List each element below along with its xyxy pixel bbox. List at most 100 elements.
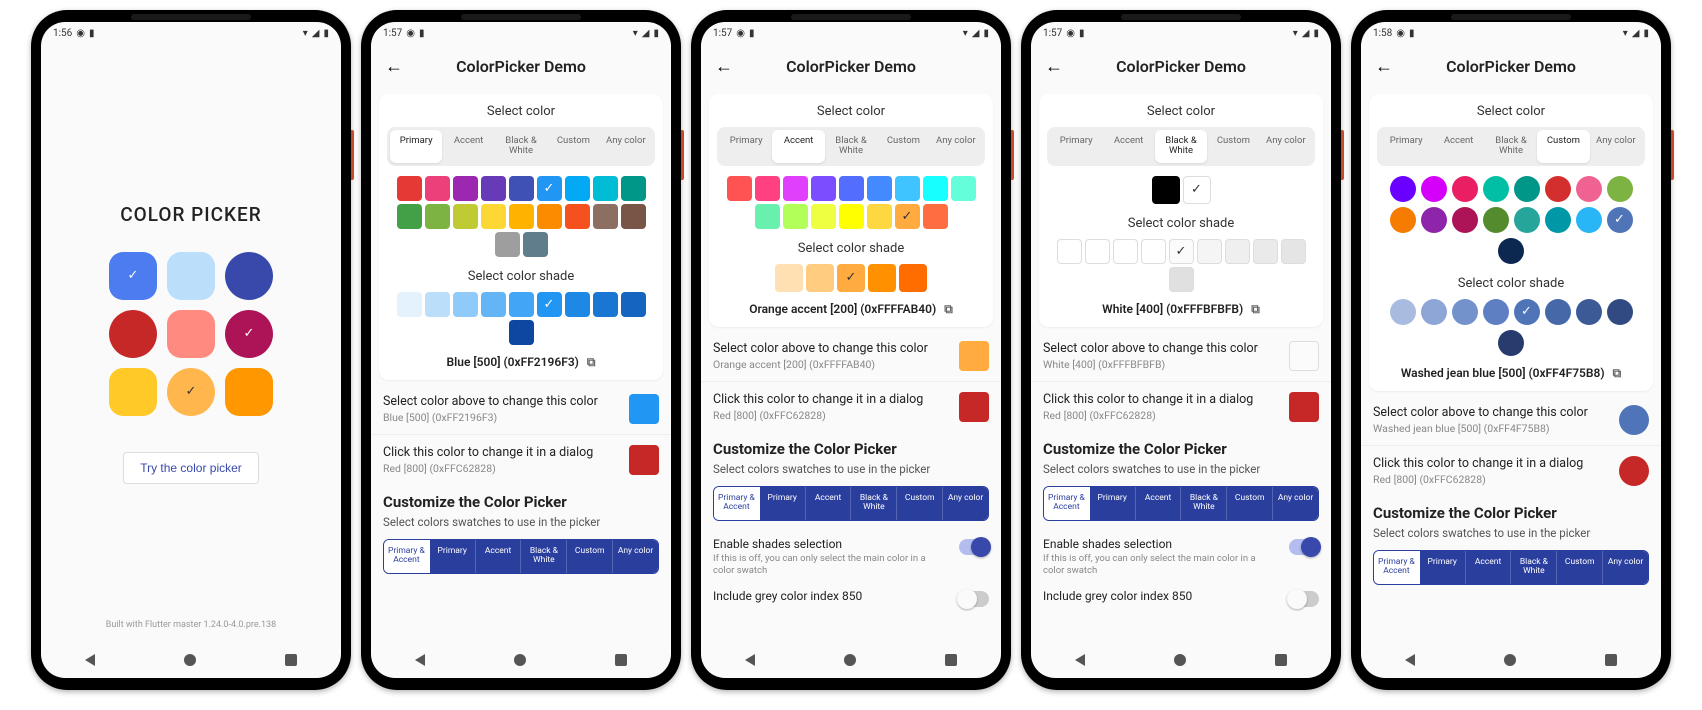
color-chip[interactable] <box>1498 238 1524 264</box>
tab-primary[interactable]: Primary <box>1380 130 1432 163</box>
color-chip[interactable] <box>481 204 506 229</box>
include-grey-row[interactable]: Include grey color index 850 <box>701 583 1001 613</box>
color-chip[interactable] <box>755 176 780 201</box>
color-chip[interactable] <box>1152 176 1180 204</box>
nav-back-icon[interactable] <box>85 654 95 666</box>
nav-recent-icon[interactable] <box>1605 654 1617 666</box>
tab-accent[interactable]: Accent <box>772 130 824 163</box>
home-swatch[interactable]: ✓ <box>225 310 273 358</box>
color-chip[interactable] <box>867 176 892 201</box>
copy-icon[interactable]: ⧉ <box>1613 366 1622 381</box>
color-chip[interactable] <box>425 204 450 229</box>
tab-custom[interactable]: Custom <box>1537 130 1589 163</box>
segment-primary-accent[interactable]: Primary & Accent <box>714 487 760 520</box>
tab-accent[interactable]: Accent <box>1432 130 1484 163</box>
scroll-content[interactable]: Select color PrimaryAccentBlack & WhiteC… <box>701 88 1001 642</box>
color-chip[interactable] <box>1607 176 1633 202</box>
dialog-color-preview[interactable] <box>1289 392 1319 422</box>
color-chip[interactable] <box>1113 239 1138 264</box>
try-color-picker-button[interactable]: Try the color picker <box>123 452 259 484</box>
scroll-content[interactable]: Select color PrimaryAccentBlack & WhiteC… <box>1031 88 1331 642</box>
back-button[interactable]: ← <box>381 52 407 81</box>
color-chip[interactable] <box>839 176 864 201</box>
copy-icon[interactable]: ⧉ <box>944 302 953 317</box>
color-chip[interactable] <box>1421 299 1447 325</box>
color-chip[interactable] <box>593 204 618 229</box>
segment-primary[interactable]: Primary <box>1090 487 1136 520</box>
segment-primary[interactable]: Primary <box>760 487 806 520</box>
color-chip[interactable] <box>1576 207 1602 233</box>
tab-black-white[interactable]: Black & White <box>1155 130 1207 163</box>
enable-shades-switch[interactable] <box>1289 539 1319 555</box>
color-chip[interactable] <box>1452 299 1478 325</box>
nav-recent-icon[interactable] <box>945 654 957 666</box>
color-chip[interactable] <box>565 292 590 317</box>
tab-any-color[interactable]: Any color <box>1260 130 1312 163</box>
color-chip[interactable]: ✓ <box>537 292 562 317</box>
color-chip[interactable] <box>593 292 618 317</box>
color-chip[interactable] <box>1421 207 1447 233</box>
include-grey-switch[interactable] <box>1289 591 1319 607</box>
color-chip[interactable] <box>1514 207 1540 233</box>
segment-primary-accent[interactable]: Primary & Accent <box>1044 487 1090 520</box>
color-chip[interactable] <box>951 176 976 201</box>
color-chip[interactable] <box>509 176 534 201</box>
nav-back-icon[interactable] <box>745 654 755 666</box>
copy-icon[interactable]: ⧉ <box>587 355 596 370</box>
color-chip[interactable] <box>593 176 618 201</box>
color-chip[interactable] <box>1085 239 1110 264</box>
color-chip[interactable] <box>621 292 646 317</box>
segment-custom[interactable]: Custom <box>1227 487 1273 520</box>
enable-shades-row[interactable]: Enable shades selectionIf this is off, y… <box>1031 531 1331 584</box>
color-chip[interactable]: ✓ <box>837 264 865 292</box>
dialog-color-row[interactable]: Click this color to change it in a dialo… <box>1361 448 1661 494</box>
color-chip[interactable] <box>868 264 896 292</box>
tab-primary[interactable]: Primary <box>390 130 442 163</box>
color-chip[interactable] <box>1421 176 1447 202</box>
segment-any-color[interactable]: Any color <box>1603 551 1648 584</box>
color-chip[interactable] <box>839 204 864 229</box>
nav-recent-icon[interactable] <box>615 654 627 666</box>
color-chip[interactable]: ✓ <box>1169 239 1194 264</box>
tab-custom[interactable]: Custom <box>547 130 599 163</box>
segment-black-white[interactable]: Black & White <box>851 487 897 520</box>
color-chip[interactable] <box>1452 207 1478 233</box>
color-chip[interactable] <box>481 292 506 317</box>
color-chip[interactable] <box>1225 239 1250 264</box>
color-chip[interactable] <box>425 176 450 201</box>
color-chip[interactable]: ✓ <box>895 204 920 229</box>
nav-home-icon[interactable] <box>844 654 856 666</box>
segment-accent[interactable]: Accent <box>476 540 522 573</box>
nav-home-icon[interactable] <box>1504 654 1516 666</box>
back-button[interactable]: ← <box>1371 52 1397 81</box>
color-chip[interactable] <box>923 204 948 229</box>
color-chip[interactable] <box>495 232 520 257</box>
color-chip[interactable] <box>397 204 422 229</box>
segment-primary-accent[interactable]: Primary & Accent <box>384 540 430 573</box>
color-chip[interactable] <box>755 204 780 229</box>
nav-home-icon[interactable] <box>1174 654 1186 666</box>
nav-back-icon[interactable] <box>1075 654 1085 666</box>
color-chip[interactable] <box>1576 176 1602 202</box>
color-chip[interactable] <box>1545 176 1571 202</box>
color-chip[interactable] <box>565 204 590 229</box>
color-chip[interactable] <box>783 204 808 229</box>
color-chip[interactable] <box>1390 207 1416 233</box>
segment-primary[interactable]: Primary <box>430 540 476 573</box>
color-chip[interactable] <box>453 176 478 201</box>
color-chip[interactable] <box>397 292 422 317</box>
color-chip[interactable] <box>621 204 646 229</box>
color-chip[interactable] <box>1281 239 1306 264</box>
color-chip[interactable] <box>1390 176 1416 202</box>
segment-primary[interactable]: Primary <box>1420 551 1466 584</box>
home-swatch[interactable] <box>109 368 157 416</box>
color-chip[interactable]: ✓ <box>1183 176 1211 204</box>
color-chip[interactable] <box>895 176 920 201</box>
segment-black-white[interactable]: Black & White <box>1511 551 1557 584</box>
dialog-color-row[interactable]: Click this color to change it in a dialo… <box>1031 384 1331 430</box>
segment-any-color[interactable]: Any color <box>1273 487 1318 520</box>
color-chip[interactable] <box>1483 299 1509 325</box>
tab-black-white[interactable]: Black & White <box>495 130 547 163</box>
color-chip[interactable] <box>1169 267 1194 292</box>
color-chip[interactable] <box>1452 176 1478 202</box>
